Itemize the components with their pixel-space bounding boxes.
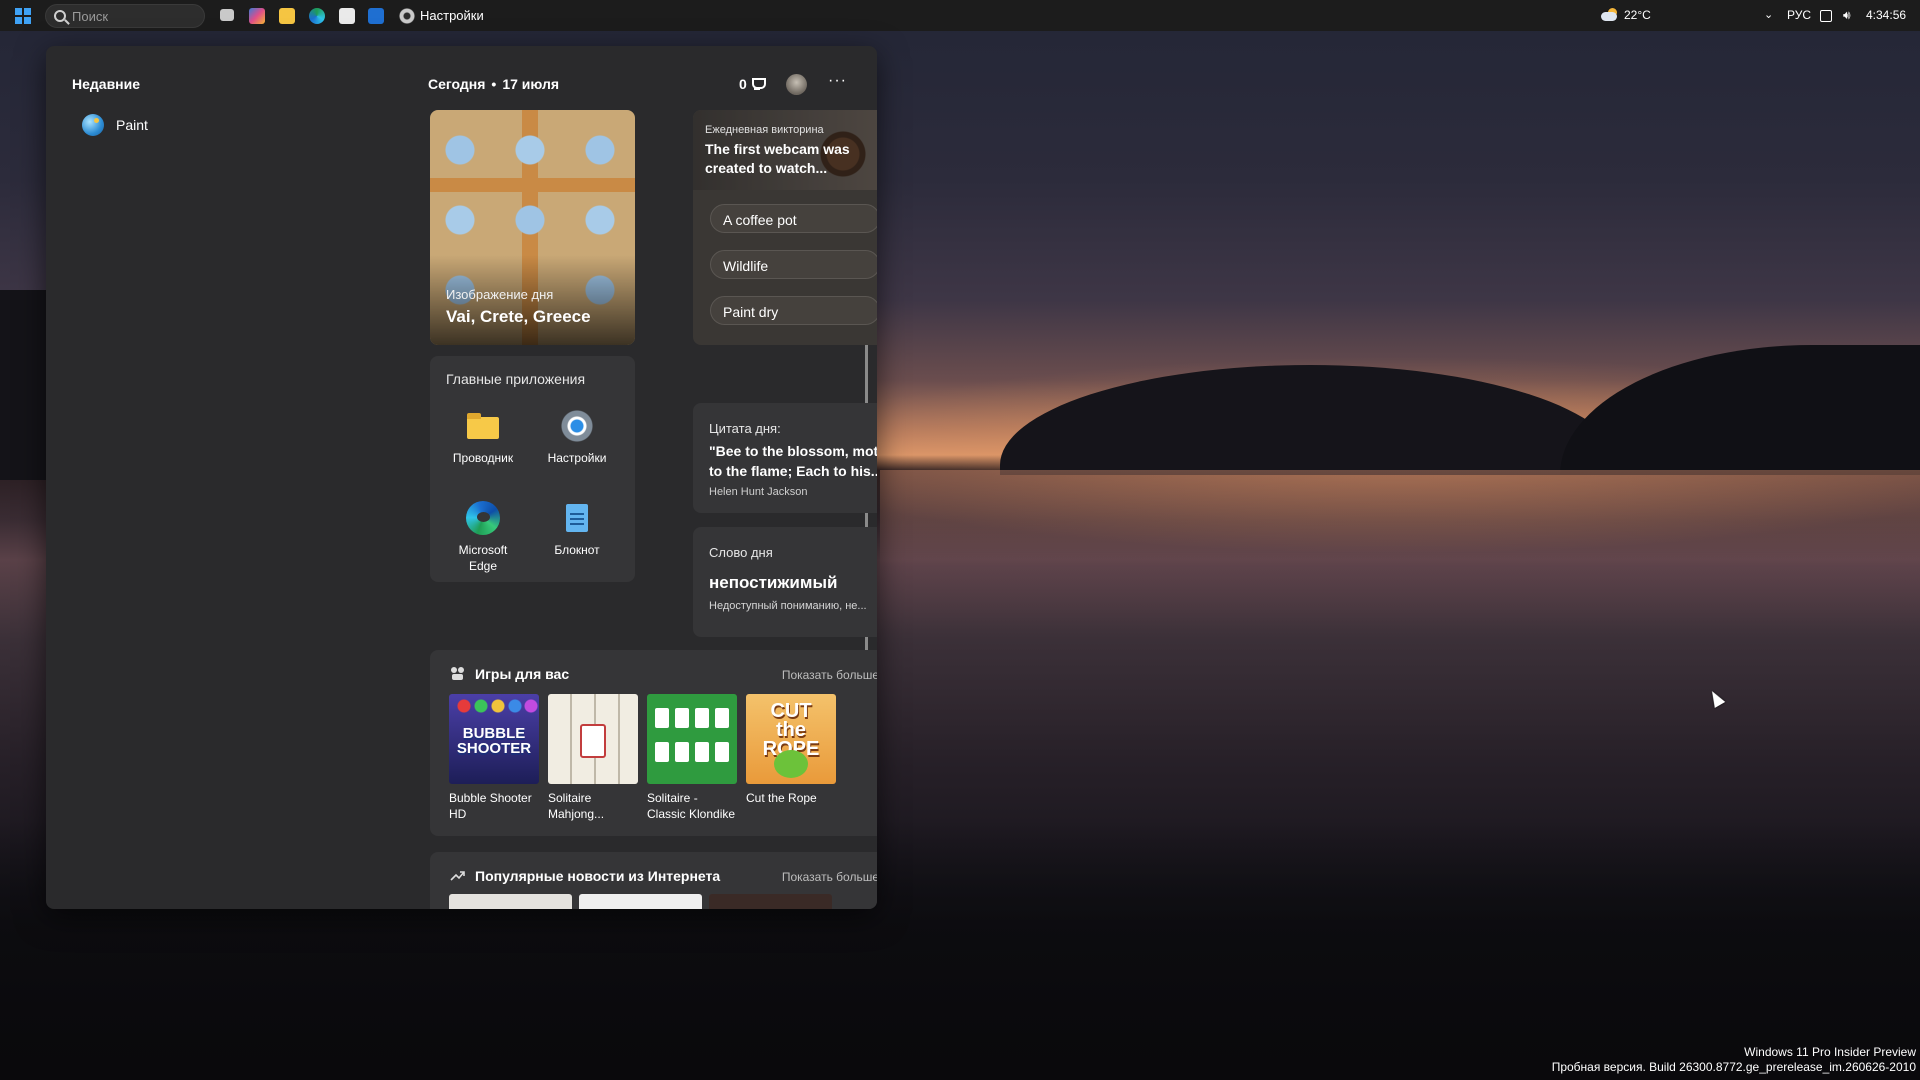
settings-icon — [560, 409, 594, 443]
image-of-the-day-title: Vai, Crete, Greece — [446, 307, 591, 326]
store-taskbar-icon[interactable] — [339, 8, 355, 24]
quiz-option-1[interactable]: A coffee pot — [710, 204, 877, 233]
news-show-more-link[interactable]: Показать больше — [782, 870, 877, 884]
trending-icon — [450, 871, 465, 881]
game-name: Bubble Shooter HD — [449, 791, 532, 821]
notepad-icon — [560, 501, 594, 535]
search-icon — [54, 10, 66, 22]
news-title: Популярные новости из Интернета — [475, 868, 721, 884]
cut-the-rope-thumbnail: CUT the ROPE — [746, 694, 836, 784]
app-microsoft-edge[interactable]: Microsoft Edge — [438, 501, 528, 574]
paint-icon — [82, 114, 104, 136]
games-icon — [451, 667, 464, 680]
watermark-edition: Windows 11 Pro Insider Preview — [1744, 1045, 1916, 1059]
widgets-panel: Недавние Paint Сегодня • 17 июля 0 ··· Изо… — [46, 46, 877, 909]
news-thumbnail[interactable] — [449, 894, 572, 909]
app-label: Проводник — [452, 451, 514, 465]
recent-column: Недавние Paint — [46, 46, 416, 909]
input-language[interactable]: РУС — [1787, 8, 1811, 22]
game-tile[interactable]: Solitaire - Classic Klondike — [647, 694, 737, 822]
app-label: Microsoft Edge — [458, 543, 508, 573]
games-show-more-link[interactable]: Показать больше — [782, 668, 877, 682]
task-view-icon[interactable] — [220, 9, 234, 21]
taskbar-search-box[interactable]: Поиск — [45, 4, 205, 28]
wallpaper-hill — [1000, 365, 1620, 475]
word-of-the-day-card[interactable]: Слово дня непостижимый Недоступный поним… — [693, 527, 877, 637]
more-options-button[interactable]: ··· — [828, 72, 847, 90]
taskbar: Поиск Настройки 22°C ⌄ РУС 🔊︎ 4:34:56 — [0, 0, 1920, 31]
wallpaper-lake-reflection — [880, 470, 1920, 630]
image-of-the-day-card[interactable]: Изображение дня Vai, Crete, Greece — [430, 110, 635, 345]
edge-icon — [466, 501, 500, 535]
word-definition: Недоступный пониманию, не... — [709, 600, 867, 612]
klondike-thumbnail — [647, 694, 737, 784]
news-thumbnail[interactable] — [709, 894, 832, 909]
app-label: Блокнот — [554, 543, 600, 557]
daily-quiz-card: Ежедневная викторина The first webcam wa… — [693, 110, 877, 345]
game-tile[interactable]: CUT the ROPE Cut the Rope — [746, 694, 836, 806]
quiz-option-2[interactable]: Wildlife — [710, 250, 877, 279]
top-apps-title: Главные приложения — [446, 371, 586, 387]
date-header: Сегодня • 17 июля — [428, 76, 559, 92]
bubble-shooter-thumbnail: BUBBLE SHOOTER — [449, 694, 539, 784]
quote-title: Цитата дня: — [709, 421, 781, 436]
file-explorer-taskbar-icon[interactable] — [279, 8, 295, 24]
quiz-kicker: Ежедневная викторина — [705, 124, 824, 136]
clock[interactable]: 4:34:56 — [1866, 8, 1906, 22]
date-separator: • — [491, 76, 497, 92]
news-thumbnail[interactable] — [579, 894, 702, 909]
games-title: Игры для вас — [475, 666, 570, 682]
active-app-label[interactable]: Настройки — [420, 8, 484, 23]
recent-title: Недавние — [72, 76, 141, 92]
game-tile[interactable]: BUBBLE SHOOTER Bubble Shooter HD — [449, 694, 539, 822]
today-label: Сегодня — [428, 76, 486, 92]
points-value: 0 — [739, 76, 747, 92]
mahjong-thumbnail — [548, 694, 638, 784]
widgets-icon[interactable] — [249, 8, 265, 24]
bubble-shooter-logo: BUBBLE SHOOTER — [456, 725, 532, 757]
word-text: непостижимый — [709, 573, 838, 592]
file-explorer-icon — [466, 409, 500, 443]
quiz-option-3[interactable]: Paint dry — [710, 296, 877, 325]
weather-temperature[interactable]: 22°C — [1624, 8, 1651, 22]
weather-icon[interactable] — [1601, 8, 1619, 21]
edge-taskbar-icon[interactable] — [309, 8, 325, 24]
taskbar-search-placeholder: Поиск — [72, 8, 109, 24]
trophy-icon — [751, 77, 766, 91]
outlook-taskbar-icon[interactable] — [368, 8, 384, 24]
watermark-build: Пробная версия. Build 26300.8772.ge_prer… — [1551, 1060, 1916, 1074]
quote-of-the-day-card[interactable]: Цитата дня: "Bee to the blossom, moth to… — [693, 403, 877, 513]
windows-logo-icon — [15, 8, 22, 15]
recent-item-paint[interactable]: Paint — [82, 114, 148, 136]
settings-taskbar-icon[interactable] — [399, 8, 415, 24]
top-apps-card: Главные приложения Проводник Настройки M… — [430, 356, 635, 582]
app-settings[interactable]: Настройки — [532, 409, 622, 466]
quote-text: "Bee to the blossom, moth to the flame; … — [709, 443, 877, 479]
wallpaper-forest-right — [1560, 345, 1920, 475]
game-tile[interactable]: Solitaire Mahjong... — [548, 694, 638, 822]
game-name: Solitaire - Classic Klondike — [647, 791, 736, 821]
date-label: 17 июля — [502, 76, 560, 92]
quiz-question[interactable]: The first webcam was created to watch... — [705, 140, 877, 178]
chevron-up-icon[interactable]: ⌄ — [1764, 8, 1773, 21]
game-name: Solitaire Mahjong... — [548, 791, 605, 821]
image-of-the-day-label: Изображение дня — [446, 287, 554, 302]
quote-author: Helen Hunt Jackson — [709, 486, 808, 498]
avatar[interactable] — [786, 74, 807, 95]
volume-icon[interactable]: 🔊︎ — [1843, 8, 1851, 23]
start-button[interactable] — [15, 8, 31, 24]
game-name: Cut the Rope — [746, 791, 817, 805]
recent-item-label: Paint — [116, 117, 148, 133]
word-title: Слово дня — [709, 545, 773, 560]
rewards-points[interactable]: 0 — [739, 76, 766, 92]
games-card: Игры для вас Показать больше BUBBLE SHOO… — [430, 650, 877, 836]
mouse-cursor — [1706, 688, 1726, 708]
app-file-explorer[interactable]: Проводник — [438, 409, 528, 466]
app-notepad[interactable]: Блокнот — [532, 501, 622, 558]
app-label: Настройки — [547, 451, 607, 465]
trending-news-card: Популярные новости из Интернета Показать… — [430, 852, 877, 909]
network-icon[interactable] — [1820, 10, 1832, 22]
